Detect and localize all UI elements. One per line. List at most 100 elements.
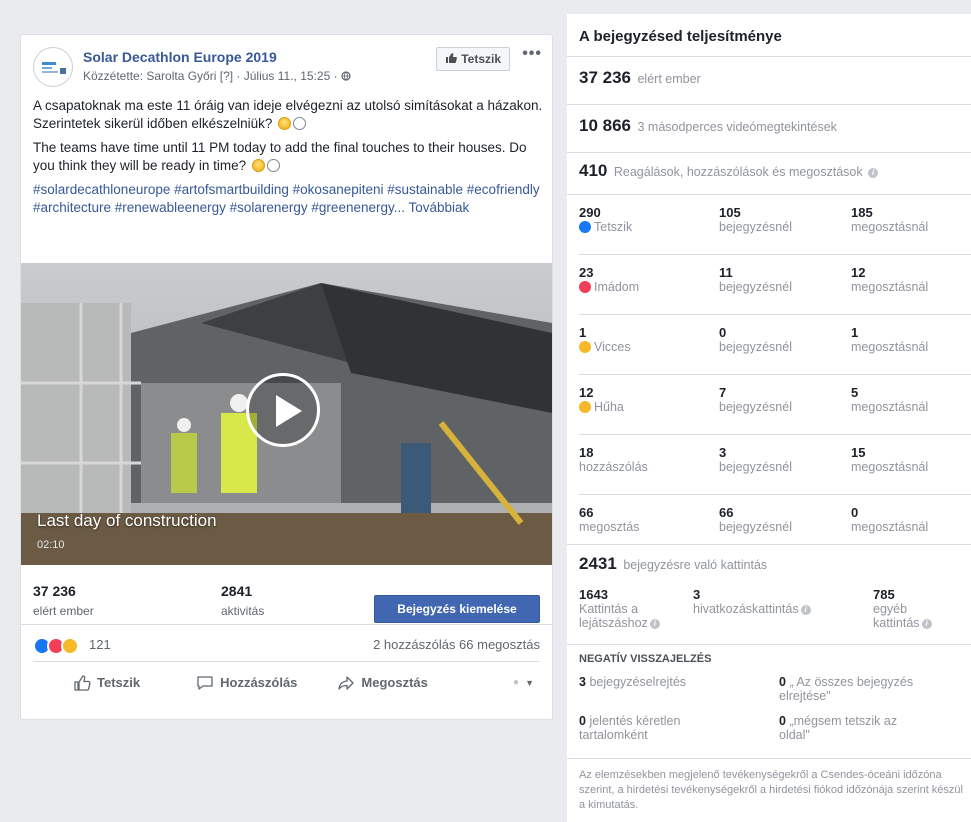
haha-reaction-icon <box>579 341 591 353</box>
share-label: Megosztás <box>361 675 428 690</box>
breakdown-label-text: hozzászólás <box>579 460 648 474</box>
breakdown-shares: 5 megosztásnál <box>851 385 928 415</box>
page-name-link[interactable]: Solar Decathlon Europe 2019 <box>83 49 277 65</box>
clicks-play: 1643 Kattintás a lejátszáshoz i <box>579 588 660 630</box>
info-icon[interactable]: i <box>868 168 879 178</box>
scream-emoji-icon <box>278 117 292 130</box>
reactions-summary[interactable]: 121 2 hozzászólás 66 megosztás <box>33 635 540 659</box>
activity-stat: 2841 aktivitás <box>221 583 264 618</box>
post-text-hu-line: A csapatoknak ma este 11 óráig van ideje… <box>33 97 543 133</box>
clicks-link-label: hivatkozáskattintás <box>693 602 799 616</box>
clicks-play-label: Kattintás a <box>579 602 639 616</box>
breakdown-total-number: 66 <box>579 505 594 520</box>
breakdown-shares-label: megosztásnál <box>851 220 929 234</box>
breakdown-label-text: Imádom <box>594 280 640 294</box>
video-duration: 02:10 <box>37 539 65 551</box>
insights-panel: A bejegyzésed teljesítménye 37 236 elért… <box>567 14 971 822</box>
insights-clicks-number: 2431 <box>579 554 617 573</box>
breakdown-shares-number: 1 <box>851 325 859 340</box>
divider <box>567 152 971 153</box>
negative-unlike-number: 0 <box>779 714 786 728</box>
divider <box>579 434 971 435</box>
negative-feedback-title: NEGATÍV VISSZAJELZÉS <box>579 653 712 665</box>
breakdown-total: 23 Imádom <box>579 266 639 294</box>
thumbs-up-icon <box>74 674 91 691</box>
breakdown-total-number: 1 <box>579 325 587 340</box>
breakdown-shares: 1 megosztásnál <box>851 325 929 355</box>
breakdown-post-number: 66 <box>719 505 734 520</box>
boost-post-button[interactable]: Bejegyzés kiemelése <box>374 595 540 623</box>
chevron-down-icon: ▼ <box>525 677 534 688</box>
clock-emoji-icon <box>266 159 280 172</box>
breakdown-post-label: bejegyzésnél <box>719 220 792 234</box>
clicks-other-label: egyéb <box>873 602 908 616</box>
breakdown-total: 18 hozzászólás <box>579 445 648 475</box>
like-page-button[interactable]: Tetszik <box>436 47 510 71</box>
breakdown-post: 105 bejegyzésnél <box>719 206 792 235</box>
breakdown-shares-label: megosztásnál <box>851 340 929 354</box>
insights-clicks-label: bejegyzésre való kattintás <box>623 558 768 572</box>
breakdown-row-shares: 66 megosztás 66 bejegyzésnél 0 megosztásnál <box>567 496 971 554</box>
breakdown-label-text: Vicces <box>594 340 631 354</box>
negative-hide-all-number: 0 <box>779 675 786 689</box>
divider <box>579 494 971 495</box>
post-meta: Közzétette: Sarolta Győri [?] · Július 1… <box>83 69 351 83</box>
breakdown-label-text: Tetszik <box>594 220 633 234</box>
breakdown-total: 1 Vicces <box>579 326 631 354</box>
audience-selector[interactable]: ● ▼ <box>513 677 534 688</box>
post-text-en-line: The teams have time until 11 PM today to… <box>33 139 543 175</box>
breakdown-shares: 15 megosztásnál <box>851 446 928 475</box>
insights-engagement-number: 410 <box>579 161 608 180</box>
insights-reach: 37 236 elért ember <box>579 68 701 88</box>
video-player[interactable]: Last day of construction 02:10 <box>21 263 552 565</box>
reaction-count[interactable]: 121 <box>89 637 111 652</box>
info-icon[interactable]: i <box>800 605 811 615</box>
divider <box>567 194 971 195</box>
breakdown-label: Tetszik <box>579 220 632 234</box>
comments-shares-summary[interactable]: 2 hozzászólás 66 megosztás <box>373 637 540 652</box>
play-button[interactable] <box>246 373 320 447</box>
like-button[interactable]: Tetszik <box>73 674 140 692</box>
more-options-button[interactable]: ••• <box>522 45 542 63</box>
breakdown-post-label: bejegyzésnél <box>719 400 792 414</box>
negative-unlike-label: „mégsem tetszik az <box>789 714 898 728</box>
post-hashtags[interactable]: #solardecathloneurope #artofsmartbuildin… <box>33 181 543 217</box>
breakdown-post-label: bejegyzésnél <box>719 340 792 354</box>
thumbs-up-icon <box>445 52 458 67</box>
breakdown-shares-number: 12 <box>851 265 866 280</box>
post-text-en: The teams have time until 11 PM today to… <box>33 140 527 173</box>
insights-title: A bejegyzésed teljesítménye <box>579 28 782 45</box>
clicks-other-number: 785 <box>873 587 895 602</box>
divider <box>579 314 971 315</box>
breakdown-total-number: 12 <box>579 385 594 400</box>
breakdown-shares: 185 megosztásnál <box>851 206 929 235</box>
insights-views-number: 10 866 <box>579 116 631 135</box>
breakdown-label: Vicces <box>579 340 631 354</box>
reaction-icons <box>33 637 79 655</box>
breakdown-total: 66 megosztás <box>579 505 639 535</box>
comment-icon <box>197 675 213 690</box>
comment-button[interactable]: Hozzászólás <box>196 674 297 692</box>
breakdown-post: 0 bejegyzésnél <box>719 326 792 355</box>
breakdown-row-haha: 1 Vicces 0 bejegyzésnél 1 megosztásnál <box>567 316 971 374</box>
breakdown-total-number: 18 <box>579 445 594 460</box>
negative-hide-post-label: bejegyzéselrejtés <box>589 675 687 689</box>
insights-engagement-label: Reagálások, hozzászólások és megosztások <box>613 165 863 179</box>
negative-spam-report: 0 jelentés kéretlen tartalomként <box>579 714 680 742</box>
breakdown-total-number: 290 <box>579 205 601 220</box>
like-page-label: Tetszik <box>461 52 501 66</box>
info-icon[interactable]: i <box>649 619 660 629</box>
breakdown-shares-number: 5 <box>851 385 859 400</box>
clicks-other: 785 egyéb kattintás i <box>873 588 932 630</box>
divider <box>567 56 971 57</box>
negative-hide-all-label-2: elrejtése" <box>779 689 831 703</box>
negative-spam-number: 0 <box>579 714 586 728</box>
share-button[interactable]: Megosztás <box>337 674 428 692</box>
negative-spam-label: jelentés kéretlen <box>589 714 681 728</box>
info-icon[interactable]: i <box>921 619 932 629</box>
insights-views-label: 3 másodperces videómegtekintések <box>637 120 837 134</box>
like-label: Tetszik <box>97 675 141 690</box>
page-avatar[interactable] <box>33 47 73 87</box>
wow-reaction-icon <box>61 637 79 655</box>
activity-label: aktivitás <box>221 604 265 618</box>
